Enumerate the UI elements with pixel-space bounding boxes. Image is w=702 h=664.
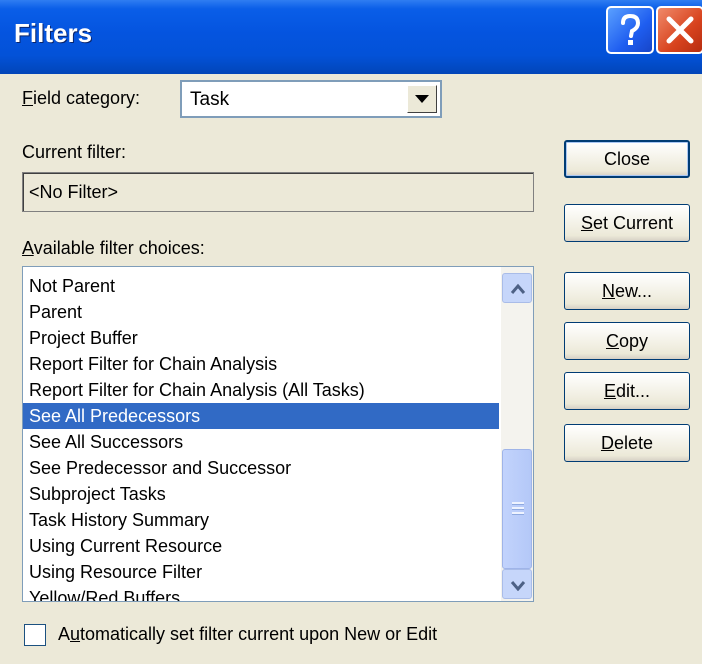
auto-set-label-text: tomatically set filter current upon New …	[80, 624, 438, 644]
close-window-button[interactable]	[656, 6, 702, 54]
list-item[interactable]: Using Current Resource	[23, 533, 499, 559]
delete-button[interactable]: Delete	[564, 424, 690, 462]
filter-choices-items: Not Parent Parent Project Buffer Report Fil…	[23, 267, 499, 601]
list-item[interactable]: See All Predecessors	[23, 403, 499, 429]
copy-access-key: C	[605, 331, 619, 351]
close-icon	[666, 16, 694, 44]
set-current-label: et Current	[592, 213, 674, 233]
scroll-thumb[interactable]	[502, 449, 532, 569]
set-current-button[interactable]: Set Current	[564, 204, 690, 242]
list-item[interactable]: Report Filter for Chain Analysis	[23, 351, 499, 377]
copy-label: opy	[618, 331, 649, 351]
new-access-key: N	[601, 281, 615, 301]
list-item[interactable]: Subproject Tasks	[23, 481, 499, 507]
current-filter-field: <No Filter>	[22, 172, 534, 212]
help-button[interactable]	[606, 6, 654, 54]
scroll-down-button[interactable]	[502, 569, 532, 599]
field-category-value: Task	[190, 89, 230, 110]
list-item[interactable]: Not Parent	[23, 273, 499, 299]
auto-set-label-start: A	[58, 624, 71, 644]
current-filter-label: Current filter:	[22, 142, 127, 162]
copy-button[interactable]: Copy	[564, 322, 690, 360]
filter-choices-list[interactable]: Not Parent Parent Project Buffer Report Fil…	[22, 266, 534, 602]
edit-access-key: E	[603, 381, 616, 401]
list-item[interactable]: Project Buffer	[23, 325, 499, 351]
edit-label: dit...	[616, 381, 651, 401]
chevron-down-icon	[415, 95, 429, 103]
available-filters-access-key: A	[22, 238, 34, 258]
scroll-grip-line	[512, 507, 524, 510]
list-item[interactable]: See Predecessor and Successor	[23, 455, 499, 481]
field-category-select[interactable]: Task	[180, 80, 442, 118]
delete-access-key: D	[600, 433, 614, 453]
scroll-up-button[interactable]	[502, 273, 532, 303]
help-icon	[621, 13, 641, 45]
list-item[interactable]: Report Filter for Chain Analysis (All Ta…	[23, 377, 499, 403]
set-current-access-key: S	[580, 213, 593, 233]
delete-label: elete	[613, 433, 654, 453]
chevron-up-icon	[510, 283, 526, 294]
list-item[interactable]: Parent	[23, 299, 499, 325]
chevron-down-icon	[510, 581, 526, 591]
close-button[interactable]: Close	[564, 140, 690, 178]
field-category-label-text: ield category:	[33, 88, 141, 108]
field-category-dropdown-button[interactable]	[407, 85, 437, 113]
list-item[interactable]: Task History Summary	[23, 507, 499, 533]
title-bar[interactable]: Filters	[0, 0, 702, 74]
auto-set-checkbox[interactable]	[24, 624, 46, 646]
list-scrollbar[interactable]	[501, 267, 533, 601]
list-item[interactable]: Using Resource Filter	[23, 559, 499, 585]
scroll-grip-line	[512, 512, 524, 515]
field-category-access-key: F	[22, 88, 33, 108]
available-filters-label: Available filter choices:	[22, 238, 205, 259]
window-title: Filters	[14, 18, 93, 48]
field-category-label: Field category:	[22, 88, 140, 109]
list-item[interactable]: See All Successors	[23, 429, 499, 455]
available-filters-label-text: vailable filter choices:	[33, 238, 205, 258]
filters-dialog: Filters Field category: Task Current fil…	[0, 0, 702, 664]
edit-button[interactable]: Edit...	[564, 372, 690, 410]
auto-set-access-key: u	[70, 624, 81, 644]
auto-set-label[interactable]: Automatically set filter current upon Ne…	[58, 624, 437, 645]
list-item[interactable]: Yellow/Red Buffers	[23, 585, 499, 601]
current-filter-value: <No Filter>	[29, 182, 119, 202]
new-button[interactable]: New...	[564, 272, 690, 310]
new-label: ew...	[614, 281, 653, 301]
close-button-label: Close	[603, 149, 651, 169]
scroll-grip-line	[512, 502, 524, 505]
